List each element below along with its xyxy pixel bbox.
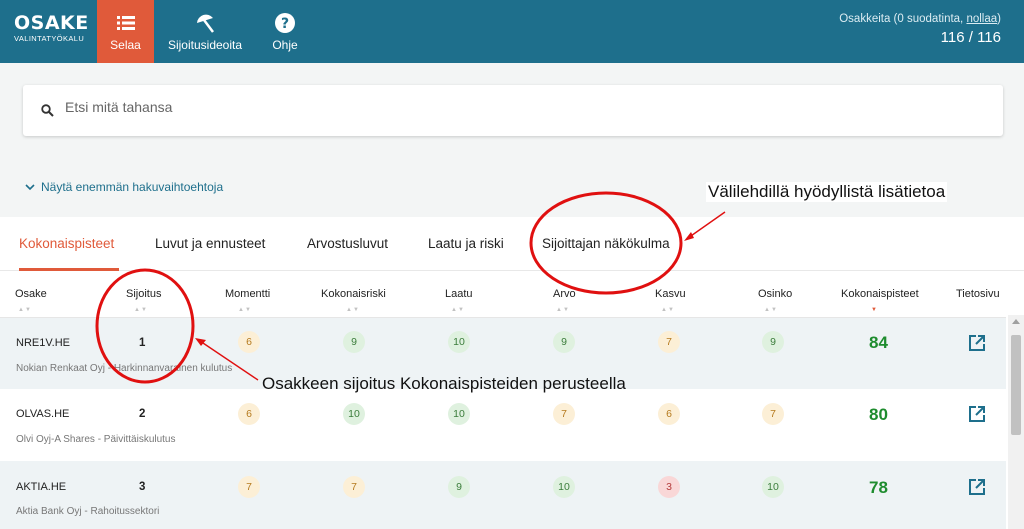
table-row[interactable]: OLVAS.HE Olvi Oyj-A Shares - Päivittäisk…	[0, 389, 1006, 461]
score-laatu: 9	[448, 476, 470, 498]
chevron-down-icon	[25, 183, 35, 190]
sort-arrows-icon[interactable]: ▲▼	[238, 307, 252, 313]
ticker-symbol[interactable]: OLVAS.HE	[16, 408, 69, 420]
rank-value: 3	[139, 481, 146, 493]
table-row[interactable]: AKTIA.HE Aktia Bank Oyj - Rahoitussektor…	[0, 461, 1006, 529]
score-arvo: 7	[553, 403, 575, 425]
column-header-osinko[interactable]: Osinko	[758, 288, 792, 300]
sort-arrows-icon[interactable]: ▲▼	[18, 307, 32, 313]
total-score: 80	[869, 405, 888, 424]
rank-value: 2	[139, 408, 146, 420]
score-arvo: 10	[553, 476, 575, 498]
nav-sijoitusideoita-label: Sijoitusideoita	[167, 38, 243, 52]
counter-label: Osakkeita (0 suodatinta, nollaa)	[839, 13, 1001, 25]
column-header-sijoitus[interactable]: Sijoitus	[126, 288, 161, 300]
score-kasvu: 3	[658, 476, 680, 498]
external-link-icon[interactable]	[968, 334, 986, 352]
sort-arrows-icon[interactable]: ▲▼	[134, 307, 148, 313]
nav-selaa-label: Selaa	[110, 38, 141, 52]
column-header-tietosivu: Tietosivu	[956, 288, 1000, 300]
tab-luvut-ja-ennusteet[interactable]: Luvut ja ennusteet	[155, 236, 265, 251]
more-search-options-toggle[interactable]: Näytä enemmän hakuvaihtoehtoja	[25, 180, 223, 194]
column-header-momentti[interactable]: Momentti	[225, 288, 270, 300]
external-link-icon[interactable]	[968, 478, 986, 496]
ticker-symbol[interactable]: AKTIA.HE	[16, 481, 66, 493]
vertical-scrollbar[interactable]	[1008, 315, 1024, 529]
column-header-arvo[interactable]: Arvo	[553, 288, 576, 300]
score-laatu: 10	[448, 331, 470, 353]
total-score: 78	[869, 478, 888, 497]
score-osinko: 9	[762, 331, 784, 353]
score-kokonaisriski: 10	[343, 403, 365, 425]
sort-arrows-icon[interactable]: ▲▼	[451, 307, 465, 313]
list-icon	[116, 16, 135, 30]
score-kasvu: 6	[658, 403, 680, 425]
counter-label-text: Osakkeita (0 suodatinta,	[839, 13, 967, 25]
column-header-kasvu[interactable]: Kasvu	[655, 288, 686, 300]
tab-sijoittajan-nakokulma[interactable]: Sijoittajan näkökulma	[542, 236, 670, 251]
tab-arvostusluvut[interactable]: Arvostusluvut	[307, 236, 388, 251]
score-kokonaisriski: 9	[343, 331, 365, 353]
stock-counter: Osakkeita (0 suodatinta, nollaa) 116 / 1…	[839, 13, 1001, 46]
sort-arrows-icon[interactable]: ▲▼	[556, 307, 570, 313]
score-laatu: 10	[448, 403, 470, 425]
score-momentti: 7	[238, 476, 260, 498]
tab-kokonaispisteet[interactable]: Kokonaispisteet	[19, 236, 114, 251]
column-header-osake[interactable]: Osake	[15, 288, 47, 300]
column-header-kokonaisriski[interactable]: Kokonaisriski	[321, 288, 386, 300]
svg-text:?: ?	[281, 16, 289, 32]
tab-laatu-ja-riski[interactable]: Laatu ja riski	[428, 236, 504, 251]
scrollbar-thumb[interactable]	[1011, 335, 1021, 435]
umbrella-icon	[197, 14, 214, 33]
tab-bar: Kokonaispisteet Luvut ja ennusteet Arvos…	[0, 217, 1024, 271]
scroll-up-arrow-icon[interactable]	[1012, 319, 1020, 324]
score-momentti: 6	[238, 331, 260, 353]
search-input[interactable]	[65, 99, 665, 115]
sort-arrows-icon[interactable]: ▲▼	[661, 307, 675, 313]
score-arvo: 9	[553, 331, 575, 353]
ticker-symbol[interactable]: NRE1V.HE	[16, 337, 70, 349]
sort-arrows-icon[interactable]: ▲▼	[346, 307, 360, 313]
sort-desc-active-icon[interactable]: ▼	[871, 307, 878, 313]
logo-sub-text: VALINTATYÖKALU	[14, 34, 85, 43]
company-name: Nokian Renkaat Oyj - Harkinnanvarainen k…	[16, 363, 233, 374]
score-osinko: 7	[762, 403, 784, 425]
rank-value: 1	[139, 337, 146, 349]
external-link-icon[interactable]	[968, 405, 986, 423]
annotation-rank-note: Osakkeen sijoitus Kokonaispisteiden peru…	[262, 374, 626, 393]
company-name: Olvi Oyj-A Shares - Päivittäiskulutus	[16, 434, 176, 445]
company-name: Aktia Bank Oyj - Rahoitussektori	[16, 506, 160, 517]
reset-filters-link[interactable]: nollaa	[966, 13, 997, 25]
logo-main-text: OSAKE	[14, 12, 89, 34]
column-header-kokonaispisteet[interactable]: Kokonaispisteet	[841, 288, 919, 300]
nav-ohje-label: Ohje	[272, 38, 298, 52]
score-kokonaisriski: 7	[343, 476, 365, 498]
sort-arrows-icon[interactable]: ▲▼	[764, 307, 778, 313]
score-kasvu: 7	[658, 331, 680, 353]
counter-label-close: )	[997, 13, 1001, 25]
app-logo[interactable]: OSAKE VALINTATYÖKALU	[14, 12, 89, 44]
nav-selaa-button[interactable]: Selaa	[97, 0, 154, 63]
annotation-tabs-note: Välilehdillä hyödyllistä lisätietoa	[706, 182, 948, 202]
counter-value: 116 / 116	[940, 29, 1001, 46]
nav-ohje-button[interactable]: ? Ohje	[262, 0, 308, 63]
score-osinko: 10	[762, 476, 784, 498]
top-navigation-bar: OSAKE VALINTATYÖKALU Selaa Sijoitusideoi…	[0, 0, 1024, 63]
total-score: 84	[869, 333, 888, 352]
nav-sijoitusideoita-button[interactable]: Sijoitusideoita	[160, 0, 250, 63]
column-header-laatu[interactable]: Laatu	[445, 288, 473, 300]
help-icon: ?	[275, 13, 295, 33]
search-card	[23, 85, 1003, 136]
score-momentti: 6	[238, 403, 260, 425]
more-search-options-label: Näytä enemmän hakuvaihtoehtoja	[41, 180, 224, 194]
search-icon	[41, 104, 54, 117]
active-tab-indicator	[19, 268, 119, 271]
